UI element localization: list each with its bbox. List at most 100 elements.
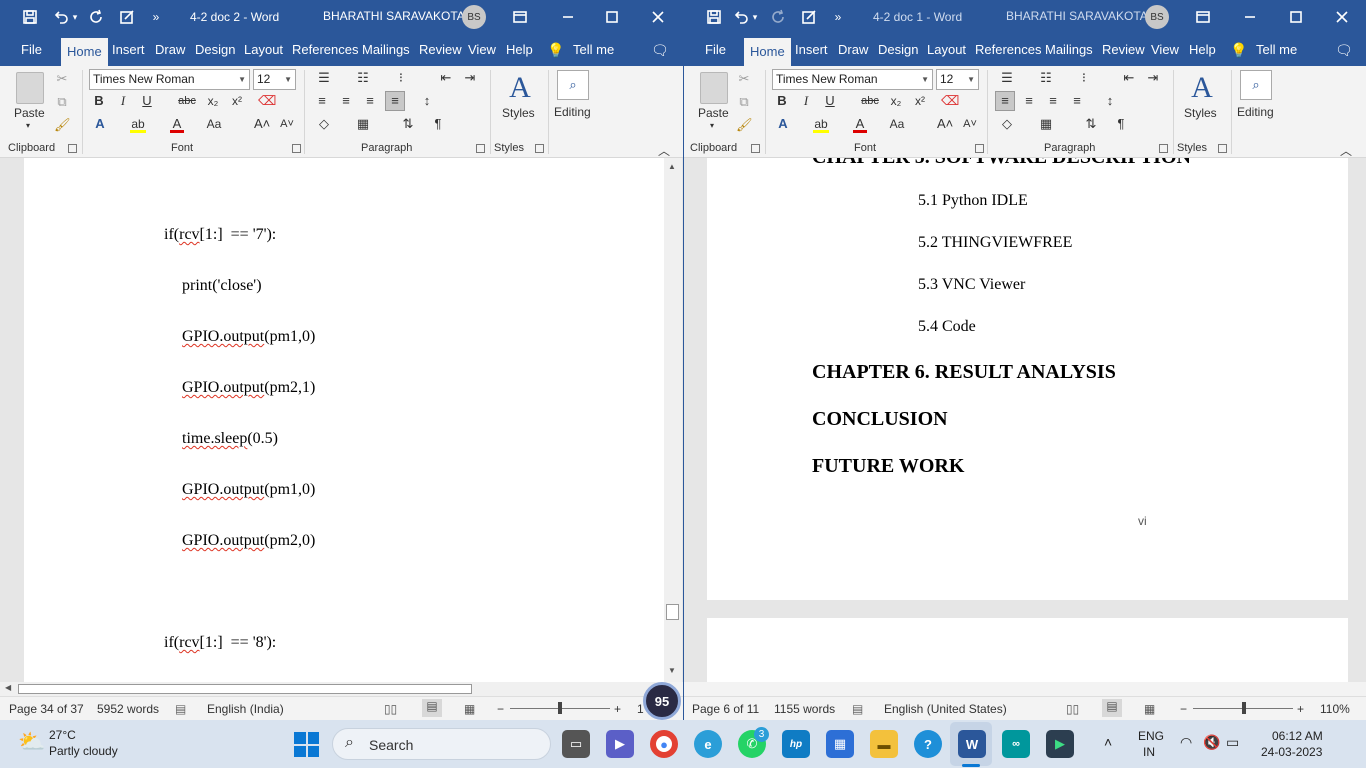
- horizontal-scroll-thumb[interactable]: [18, 684, 472, 694]
- zoom-out-icon[interactable]: −: [497, 702, 504, 716]
- chevron-down-icon[interactable]: ▼: [238, 70, 246, 89]
- tab-help[interactable]: Help: [1184, 34, 1221, 66]
- zoom-slider-thumb[interactable]: [558, 702, 562, 714]
- chevron-down-icon[interactable]: ▼: [921, 70, 929, 89]
- highlight-icon[interactable]: ab: [813, 115, 829, 133]
- sort-icon[interactable]: ⇅: [399, 115, 417, 135]
- grow-font-icon[interactable]: A˄: [254, 115, 270, 135]
- paste-dropdown-icon[interactable]: ▾: [26, 121, 30, 130]
- line-spacing-icon[interactable]: ↕: [1100, 92, 1120, 112]
- text-effects-icon[interactable]: A: [92, 115, 108, 135]
- document-page[interactable]: CHAPTER 5. SOFTWARE DESCRIPTION 5.1 Pyth…: [707, 158, 1348, 600]
- increase-indent-icon[interactable]: ⇥: [1144, 69, 1162, 89]
- help-icon[interactable]: ?: [914, 730, 942, 758]
- subscript-icon[interactable]: x₂: [886, 92, 906, 112]
- edge-icon[interactable]: e: [694, 730, 722, 758]
- justify-icon[interactable]: ≡: [385, 91, 405, 111]
- tab-home[interactable]: Home: [61, 38, 108, 66]
- tab-design[interactable]: Design: [190, 34, 240, 66]
- font-size-field[interactable]: 12 ▼: [253, 69, 296, 90]
- clear-formatting-icon[interactable]: ⌫: [941, 92, 959, 112]
- styles-button[interactable]: Styles: [1184, 106, 1217, 120]
- tab-draw[interactable]: Draw: [833, 34, 873, 66]
- close-icon[interactable]: [1330, 0, 1354, 34]
- show-formatting-icon[interactable]: ¶: [1113, 115, 1129, 135]
- search-box[interactable]: ⌕ Search: [332, 728, 551, 760]
- save-icon[interactable]: [702, 0, 726, 34]
- paste-icon[interactable]: [16, 72, 44, 104]
- align-left-icon[interactable]: ≡: [995, 91, 1015, 111]
- paste-dropdown-icon[interactable]: ▾: [710, 121, 714, 130]
- chevron-down-icon[interactable]: ▼: [967, 70, 975, 89]
- read-mode-icon[interactable]: ▯▯: [384, 702, 397, 716]
- multilevel-list-icon[interactable]: ⁝: [1074, 69, 1094, 89]
- undo-icon[interactable]: [730, 0, 752, 34]
- font-dialog-launcher-icon[interactable]: [292, 144, 301, 153]
- text-effects-icon[interactable]: A: [775, 115, 791, 135]
- align-right-icon[interactable]: ≡: [1045, 92, 1061, 112]
- tab-layout[interactable]: Layout: [922, 34, 971, 66]
- styles-button[interactable]: Styles: [502, 106, 535, 120]
- decrease-indent-icon[interactable]: ⇤: [437, 69, 455, 89]
- pycharm-icon[interactable]: ▶: [1046, 730, 1074, 758]
- font-dialog-launcher-icon[interactable]: [975, 144, 984, 153]
- undo-dropdown-icon[interactable]: ▾: [750, 0, 760, 34]
- teams-icon[interactable]: ▶: [606, 730, 634, 758]
- language-indicator[interactable]: ENG: [1138, 729, 1164, 743]
- align-center-icon[interactable]: ≡: [338, 92, 354, 112]
- scroll-left-icon[interactable]: ◀: [5, 683, 11, 692]
- superscript-icon[interactable]: x²: [910, 92, 930, 112]
- tab-home[interactable]: Home: [744, 38, 791, 66]
- print-layout-icon[interactable]: ▤: [1102, 699, 1122, 717]
- align-right-icon[interactable]: ≡: [362, 92, 378, 112]
- start-icon[interactable]: [294, 732, 319, 757]
- wifi-icon[interactable]: ◠: [1180, 734, 1192, 751]
- chevron-down-icon[interactable]: ▼: [284, 70, 292, 89]
- weather-icon[interactable]: ⛅: [18, 729, 45, 755]
- underline-icon[interactable]: U: [140, 92, 154, 112]
- grow-font-icon[interactable]: A˄: [937, 115, 953, 135]
- horizontal-scrollbar[interactable]: ◀: [0, 682, 664, 696]
- chevron-up-icon[interactable]: ˄: [1104, 734, 1112, 750]
- strikethrough-icon[interactable]: abc: [859, 92, 881, 112]
- collapse-ribbon-icon[interactable]: ︿: [658, 142, 670, 159]
- hp-icon[interactable]: hp: [782, 730, 810, 758]
- highlight-icon[interactable]: ab: [130, 115, 146, 133]
- clear-formatting-icon[interactable]: ⌫: [258, 92, 276, 112]
- arduino-icon[interactable]: ∞: [1002, 730, 1030, 758]
- tab-references[interactable]: References: [970, 34, 1046, 66]
- line-spacing-icon[interactable]: ↕: [417, 92, 437, 112]
- draw-pen-icon[interactable]: [798, 0, 820, 34]
- ribbon-display-options-icon[interactable]: [508, 0, 532, 34]
- change-case-icon[interactable]: Aa: [204, 115, 224, 135]
- borders-icon[interactable]: ▦: [1036, 115, 1056, 135]
- decrease-indent-icon[interactable]: ⇤: [1120, 69, 1138, 89]
- battery-icon[interactable]: ▭: [1226, 734, 1239, 751]
- avatar[interactable]: BS: [462, 5, 486, 29]
- editing-button[interactable]: Editing: [1237, 105, 1274, 119]
- word-icon[interactable]: W: [958, 730, 986, 758]
- tab-layout[interactable]: Layout: [239, 34, 288, 66]
- styles-icon[interactable]: A: [1186, 70, 1218, 106]
- zoom-level[interactable]: 110%: [1320, 702, 1350, 716]
- bold-icon[interactable]: B: [92, 92, 106, 112]
- clipboard-dialog-launcher-icon[interactable]: [68, 144, 77, 153]
- bullets-icon[interactable]: ☰: [997, 69, 1017, 89]
- next-page[interactable]: [707, 618, 1348, 682]
- copy-icon[interactable]: ⧉: [736, 93, 752, 113]
- sort-icon[interactable]: ⇅: [1082, 115, 1100, 135]
- shading-icon[interactable]: ◇: [997, 115, 1017, 135]
- format-painter-icon[interactable]: 🖌: [54, 116, 71, 136]
- tab-view[interactable]: View: [1146, 34, 1184, 66]
- clock-date[interactable]: 24-03-2023: [1261, 745, 1322, 759]
- italic-icon[interactable]: I: [799, 92, 813, 112]
- ribbon-display-options-icon[interactable]: [1191, 0, 1215, 34]
- paste-button[interactable]: Paste: [698, 106, 729, 120]
- bold-icon[interactable]: B: [775, 92, 789, 112]
- bullets-icon[interactable]: ☰: [314, 69, 334, 89]
- justify-icon[interactable]: ≡: [1069, 92, 1085, 112]
- clipboard-dialog-launcher-icon[interactable]: [751, 144, 760, 153]
- tell-me-search[interactable]: Tell me: [1251, 34, 1302, 66]
- redo-icon[interactable]: [768, 0, 790, 34]
- draw-pen-icon[interactable]: [116, 0, 138, 34]
